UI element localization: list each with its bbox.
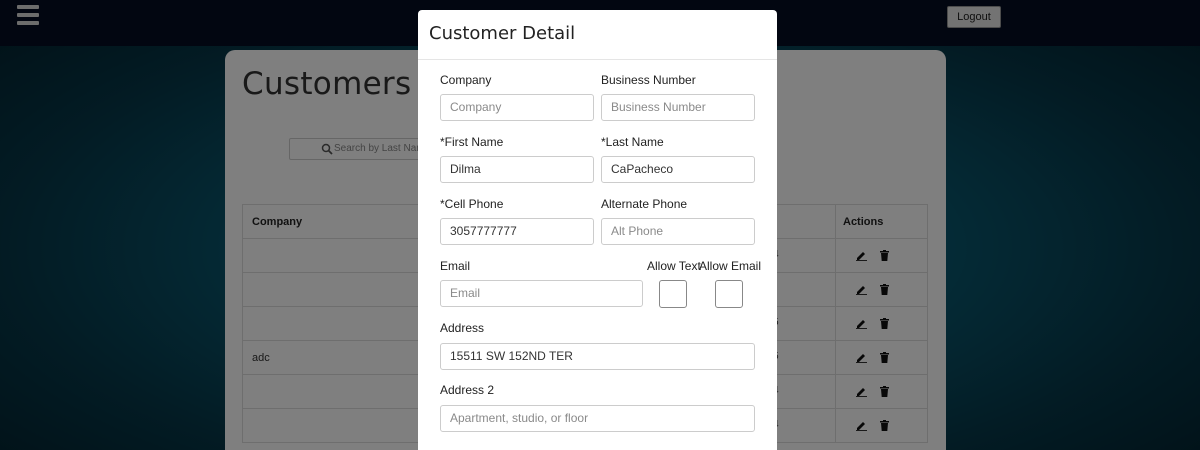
allow-text-checkbox[interactable] [659, 280, 687, 308]
business-number-input[interactable]: Business Number [601, 94, 755, 121]
address2-label: Address 2 [440, 383, 495, 397]
alternate-phone-label: Alternate Phone [601, 197, 688, 211]
email-label: Email [440, 259, 471, 273]
allow-email-label: Allow Email [699, 259, 762, 273]
cell-phone-input[interactable]: 3057777777 [440, 218, 594, 245]
last-name-label: *Last Name [601, 135, 664, 149]
allow-email-checkbox[interactable] [715, 280, 743, 308]
cell-phone-label: *Cell Phone [440, 197, 504, 211]
first-name-label: *First Name [440, 135, 504, 149]
company-input[interactable]: Company [440, 94, 594, 121]
customer-detail-modal: Customer Detail Company Company Business… [418, 10, 777, 450]
business-number-label: Business Number [601, 73, 696, 87]
address-input[interactable]: 15511 SW 152ND TER [440, 343, 755, 370]
company-label: Company [440, 73, 492, 87]
modal-title: Customer Detail [429, 23, 576, 44]
alternate-phone-input[interactable]: Alt Phone [601, 218, 755, 245]
first-name-input[interactable]: Dilma [440, 156, 594, 183]
email-input[interactable]: Email [440, 280, 643, 307]
address2-input[interactable]: Apartment, studio, or floor [440, 405, 755, 432]
last-name-input[interactable]: CaPacheco [601, 156, 755, 183]
address-label: Address [440, 321, 485, 335]
allow-text-label: Allow Text [647, 259, 701, 273]
modal-header: Customer Detail [418, 10, 777, 60]
